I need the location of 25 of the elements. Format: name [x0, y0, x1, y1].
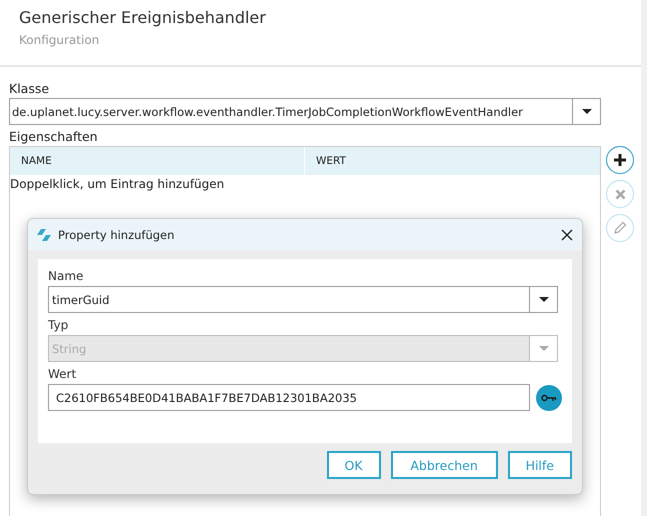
column-header[interactable]: NAME — [10, 147, 305, 175]
column-header[interactable]: WERT — [305, 147, 346, 175]
caret-icon — [582, 109, 592, 114]
name-dropdown[interactable]: timerGuid — [48, 286, 558, 313]
close-icon — [614, 188, 626, 200]
caret-icon — [538, 297, 548, 302]
key-button[interactable] — [536, 384, 562, 410]
field-label: Wert — [48, 367, 78, 383]
field-label: Eigenschaften — [9, 129, 99, 146]
app-logo-icon — [37, 228, 51, 240]
pencil-icon — [613, 221, 627, 235]
class-dropdown[interactable]: de.uplanet.lucy.server.workflow.eventhandler.TimerJobCompletionWorkflowEventHandler — [9, 98, 601, 125]
key-icon — [541, 394, 557, 402]
dialog-title: Property hinzufügen — [58, 228, 176, 242]
close-icon[interactable] — [561, 228, 573, 240]
page-subtitle: Konfiguration — [19, 33, 100, 47]
plus-icon — [614, 154, 626, 166]
field-label: Typ — [48, 318, 70, 334]
add-button[interactable] — [606, 146, 634, 174]
field-label: Name — [48, 269, 84, 285]
caret-icon — [538, 346, 548, 351]
value-input[interactable]: C2610FB654BE0D41BABA1F7BE7DAB12301BA2035 — [48, 384, 530, 411]
field-label: Klasse — [9, 81, 50, 98]
empty-hint: Doppelklick, um Eintrag hinzufügen — [10, 176, 226, 191]
page-title: Generischer Ereignisbehandler — [19, 8, 267, 27]
